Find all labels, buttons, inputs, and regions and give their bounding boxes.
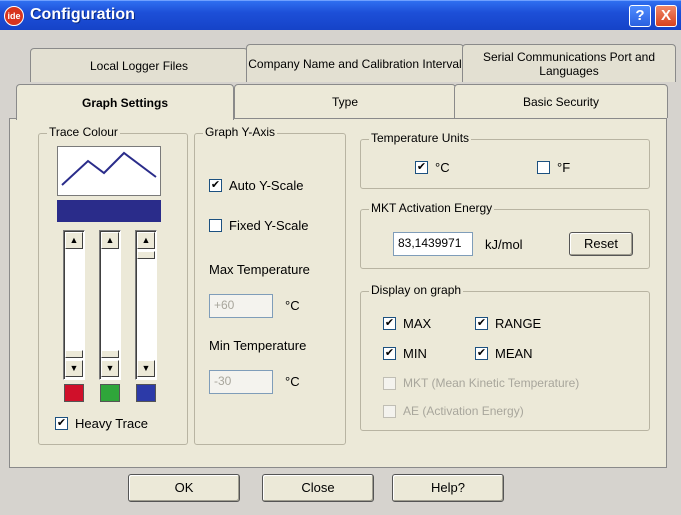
green-slider[interactable]: ▲ ▼ — [99, 230, 121, 380]
mkt-activation-input[interactable]: 83,1439971 — [393, 232, 473, 256]
blue-swatch — [136, 384, 156, 402]
min-checkbox[interactable]: ✔ MIN — [383, 346, 427, 361]
green-slider-thumb[interactable] — [101, 350, 119, 358]
heavy-trace-check-icon[interactable]: ✔ — [55, 417, 68, 430]
ae-label: AE (Activation Energy) — [403, 404, 524, 418]
red-slider-down-arrow-icon[interactable]: ▼ — [65, 360, 83, 377]
display-on-graph-legend: Display on graph — [369, 283, 464, 297]
auto-y-scale-checkbox[interactable]: ✔ Auto Y-Scale — [209, 178, 303, 193]
min-temperature-label: Min Temperature — [209, 338, 307, 353]
min-temperature-input[interactable]: -30 — [209, 370, 273, 394]
mkt-activation-group: MKT Activation Energy 83,1439971 kJ/mol … — [360, 201, 650, 269]
ok-button[interactable]: OK — [128, 474, 240, 502]
min-temperature-unit: °C — [285, 374, 300, 389]
fixed-y-scale-check-icon[interactable] — [209, 219, 222, 232]
help-title-button[interactable]: ? — [629, 5, 651, 27]
red-slider[interactable]: ▲ ▼ — [63, 230, 85, 380]
range-check-icon[interactable]: ✔ — [475, 317, 488, 330]
celsius-check-icon[interactable]: ✔ — [415, 161, 428, 174]
reset-button[interactable]: Reset — [569, 232, 633, 256]
min-label: MIN — [403, 346, 427, 361]
fixed-y-scale-checkbox[interactable]: Fixed Y-Scale — [209, 218, 309, 233]
graph-y-axis-group: Graph Y-Axis ✔ Auto Y-Scale Fixed Y-Scal… — [194, 125, 346, 445]
temperature-units-group: Temperature Units ✔ °C °F — [360, 131, 650, 189]
mkt-checkbox[interactable]: MKT (Mean Kinetic Temperature) — [383, 376, 579, 390]
blue-slider[interactable]: ▲ ▼ — [135, 230, 157, 380]
display-on-graph-group: Display on graph ✔ MAX ✔ RANGE ✔ MIN ✔ M… — [360, 283, 650, 431]
range-label: RANGE — [495, 316, 542, 331]
red-slider-thumb[interactable] — [65, 350, 83, 358]
auto-y-scale-check-icon[interactable]: ✔ — [209, 179, 222, 192]
auto-y-scale-label: Auto Y-Scale — [229, 178, 304, 193]
ae-check-icon[interactable] — [383, 404, 396, 418]
close-window-button[interactable]: X — [655, 5, 677, 27]
max-temperature-input[interactable]: +60 — [209, 294, 273, 318]
fahrenheit-label: °F — [557, 160, 571, 175]
mkt-activation-legend: MKT Activation Energy — [369, 201, 495, 215]
window-title: Configuration — [30, 6, 135, 23]
green-slider-down-arrow-icon[interactable]: ▼ — [101, 360, 119, 377]
celsius-label: °C — [435, 160, 450, 175]
max-temperature-label: Max Temperature — [209, 262, 310, 277]
green-swatch — [100, 384, 120, 402]
trace-colour-group: Trace Colour ▲ ▼ ▲ ▼ ▲ ▼ ✔ Heavy Trace — [38, 125, 188, 445]
red-slider-up-arrow-icon[interactable]: ▲ — [65, 232, 83, 249]
blue-slider-thumb[interactable] — [137, 251, 155, 259]
trace-preview — [57, 146, 161, 196]
mean-check-icon[interactable]: ✔ — [475, 347, 488, 360]
fahrenheit-checkbox[interactable]: °F — [537, 160, 570, 175]
max-temperature-unit: °C — [285, 298, 300, 313]
heavy-trace-label: Heavy Trace — [75, 416, 148, 431]
celsius-checkbox[interactable]: ✔ °C — [415, 160, 450, 175]
ae-checkbox[interactable]: AE (Activation Energy) — [383, 404, 524, 418]
green-slider-up-arrow-icon[interactable]: ▲ — [101, 232, 119, 249]
max-checkbox[interactable]: ✔ MAX — [383, 316, 431, 331]
mkt-label: MKT (Mean Kinetic Temperature) — [403, 376, 580, 390]
trace-colour-bar — [57, 200, 161, 222]
max-label: MAX — [403, 316, 432, 331]
fahrenheit-check-icon[interactable] — [537, 161, 550, 174]
max-check-icon[interactable]: ✔ — [383, 317, 396, 330]
range-checkbox[interactable]: ✔ RANGE — [475, 316, 541, 331]
heavy-trace-checkbox[interactable]: ✔ Heavy Trace — [55, 416, 148, 431]
close-button[interactable]: Close — [262, 474, 374, 502]
blue-slider-down-arrow-icon[interactable]: ▼ — [137, 360, 155, 377]
help-button[interactable]: Help? — [392, 474, 504, 502]
fixed-y-scale-label: Fixed Y-Scale — [229, 218, 309, 233]
mean-label: MEAN — [495, 346, 533, 361]
tab-company-name-calibration[interactable]: Company Name and Calibration Interval — [246, 44, 464, 82]
tab-basic-security[interactable]: Basic Security — [454, 84, 668, 118]
mkt-check-icon[interactable] — [383, 376, 396, 390]
tab-type[interactable]: Type — [234, 84, 456, 118]
graph-settings-panel: Trace Colour ▲ ▼ ▲ ▼ ▲ ▼ ✔ Heavy Trace G… — [9, 118, 667, 468]
temperature-units-legend: Temperature Units — [369, 131, 472, 145]
blue-slider-up-arrow-icon[interactable]: ▲ — [137, 232, 155, 249]
mean-checkbox[interactable]: ✔ MEAN — [475, 346, 533, 361]
tab-serial-communications[interactable]: Serial Communications Port and Languages — [462, 44, 676, 82]
title-bar[interactable]: ide Configuration ? X — [0, 0, 681, 30]
trace-colour-legend: Trace Colour — [47, 125, 120, 139]
red-swatch — [64, 384, 84, 402]
tab-local-logger-files[interactable]: Local Logger Files — [30, 48, 248, 82]
graph-y-axis-legend: Graph Y-Axis — [203, 125, 278, 139]
app-logo-icon: ide — [4, 6, 24, 26]
trace-line-graphic — [61, 151, 157, 186]
mkt-activation-unit: kJ/mol — [485, 237, 523, 252]
min-check-icon[interactable]: ✔ — [383, 347, 396, 360]
tab-graph-settings[interactable]: Graph Settings — [16, 84, 234, 120]
